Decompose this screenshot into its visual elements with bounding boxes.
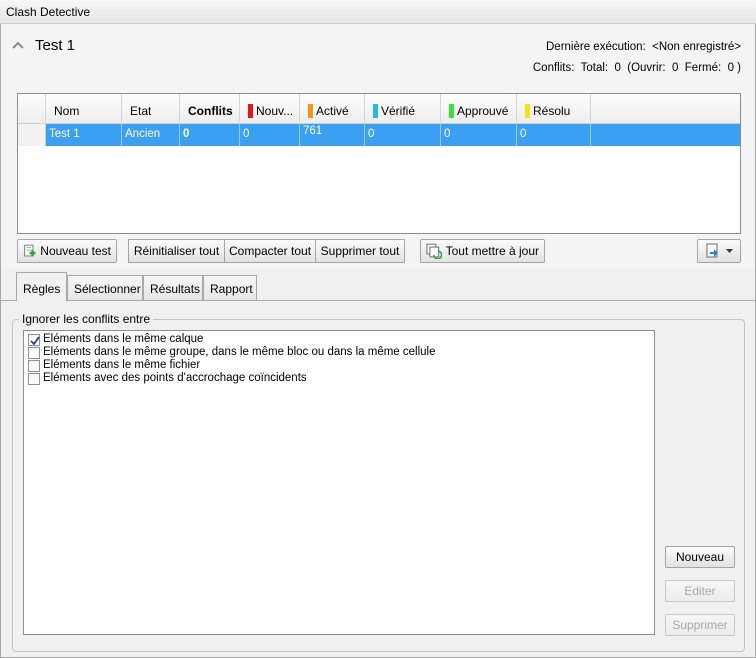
reset-all-button[interactable]: Réinitialiser tout [128, 239, 225, 263]
clash-detective-panel: Test 1 Dernière exécution: <Non enregist… [0, 24, 756, 658]
last-run-label: Dernière exécution: [546, 41, 646, 53]
new-test-label: Nouveau test [40, 244, 111, 258]
cell-active[interactable]: 761 [300, 124, 365, 146]
column-header-verifie[interactable]: Vérifié [365, 94, 441, 124]
status-swatch-nouveau [248, 104, 253, 118]
compact-all-button[interactable]: Compacter tout [225, 239, 316, 263]
cell-verifie[interactable]: 0 [365, 124, 441, 146]
new-test-button[interactable]: Nouveau test [17, 239, 117, 263]
chevron-down-icon [726, 249, 733, 253]
update-all-label: Tout mettre à jour [445, 244, 539, 258]
cell-conflits[interactable]: 0 [180, 124, 240, 146]
checkmark-icon [30, 335, 40, 345]
chevron-up-icon[interactable] [12, 40, 24, 50]
column-header-nom[interactable]: Nom [46, 94, 122, 124]
tab-strip-border [1, 300, 755, 301]
new-rule-button[interactable]: Nouveau [665, 546, 735, 568]
tab-rapport[interactable]: Rapport [203, 275, 257, 300]
column-label-nouveau: Nouv... [256, 104, 294, 118]
new-test-icon [24, 244, 36, 257]
column-header-conflits[interactable]: Conflits [180, 94, 240, 124]
status-swatch-approuve [449, 104, 454, 118]
cell-approuve[interactable]: 0 [441, 124, 517, 146]
last-run-info: Dernière exécution: <Non enregistré> [546, 41, 741, 53]
column-label-verifie: Vérifié [381, 104, 416, 118]
rule-checkbox[interactable] [28, 359, 40, 372]
list-item[interactable]: Eléments avec des points d'accrochage co… [28, 372, 654, 385]
rule-label: Eléments dans le même fichier [43, 359, 201, 371]
cell-resolu[interactable]: 0 [517, 124, 591, 146]
rules-list[interactable]: Eléments dans le même calque Eléments da… [23, 330, 655, 635]
rule-checkbox[interactable] [28, 372, 40, 385]
column-header-approuve[interactable]: Approuvé [441, 94, 517, 124]
table-row[interactable]: Test 1 Ancien 0 0 761 0 0 0 [18, 124, 740, 146]
status-swatch-verifie [373, 104, 378, 118]
row-header-corner [18, 94, 46, 124]
column-header-etat[interactable]: Etat [122, 94, 180, 124]
list-item[interactable]: Eléments dans le même fichier [28, 359, 654, 372]
bulk-actions-group: Réinitialiser tout Compacter tout Suppri… [128, 239, 405, 263]
cell-nom[interactable]: Test 1 [46, 124, 122, 146]
ignore-conflicts-label: Ignorer les conflits entre [19, 312, 154, 326]
tab-regles[interactable]: Règles [16, 272, 67, 301]
export-icon [706, 243, 718, 258]
update-all-button[interactable]: Tout mettre à jour [420, 239, 545, 263]
tab-resultats[interactable]: Résultats [143, 275, 203, 300]
test-title: Test 1 [35, 37, 76, 54]
delete-rule-button[interactable]: Supprimer [665, 614, 735, 636]
list-item[interactable]: Eléments dans le même groupe, dans le mê… [28, 346, 654, 359]
row-header[interactable] [18, 124, 46, 146]
last-run-value: <Non enregistré> [652, 41, 741, 53]
tests-grid[interactable]: Nom Etat Conflits Nouv... Activé Vérifié… [17, 93, 741, 234]
rule-label: Eléments dans le même groupe, dans le mê… [43, 346, 436, 358]
rule-label: Eléments avec des points d'accrochage co… [43, 372, 307, 384]
conflicts-summary: Conflits: Total: 0 (Ouvrir: 0 Fermé: 0 ) [532, 62, 741, 74]
column-header-active[interactable]: Activé [300, 94, 365, 124]
rule-checkbox[interactable] [28, 346, 40, 359]
column-label-approuve: Approuvé [457, 104, 509, 118]
cell-etat[interactable]: Ancien [122, 124, 180, 146]
rule-label: Eléments dans le même calque [43, 333, 204, 345]
status-swatch-active [308, 104, 313, 118]
cell-nouveau[interactable]: 0 [240, 124, 300, 146]
column-label-active: Activé [316, 104, 349, 118]
test-summary-area: Test 1 Dernière exécution: <Non enregist… [1, 24, 755, 268]
tab-selectionner[interactable]: Sélectionner [67, 275, 143, 300]
edit-rule-button[interactable]: Editer [665, 580, 735, 602]
column-header-resolu[interactable]: Résolu [517, 94, 591, 124]
refresh-documents-icon [426, 243, 442, 259]
export-dropdown-button[interactable] [697, 239, 741, 263]
window-title: Clash Detective [0, 0, 756, 24]
column-header-nouveau[interactable]: Nouv... [240, 94, 300, 124]
rule-checkbox[interactable] [28, 333, 40, 346]
list-item[interactable]: Eléments dans le même calque [28, 333, 654, 346]
status-swatch-resolu [525, 104, 530, 118]
grid-header: Nom Etat Conflits Nouv... Activé Vérifié… [18, 94, 740, 124]
delete-all-button[interactable]: Supprimer tout [316, 239, 405, 263]
column-label-resolu: Résolu [533, 104, 571, 118]
